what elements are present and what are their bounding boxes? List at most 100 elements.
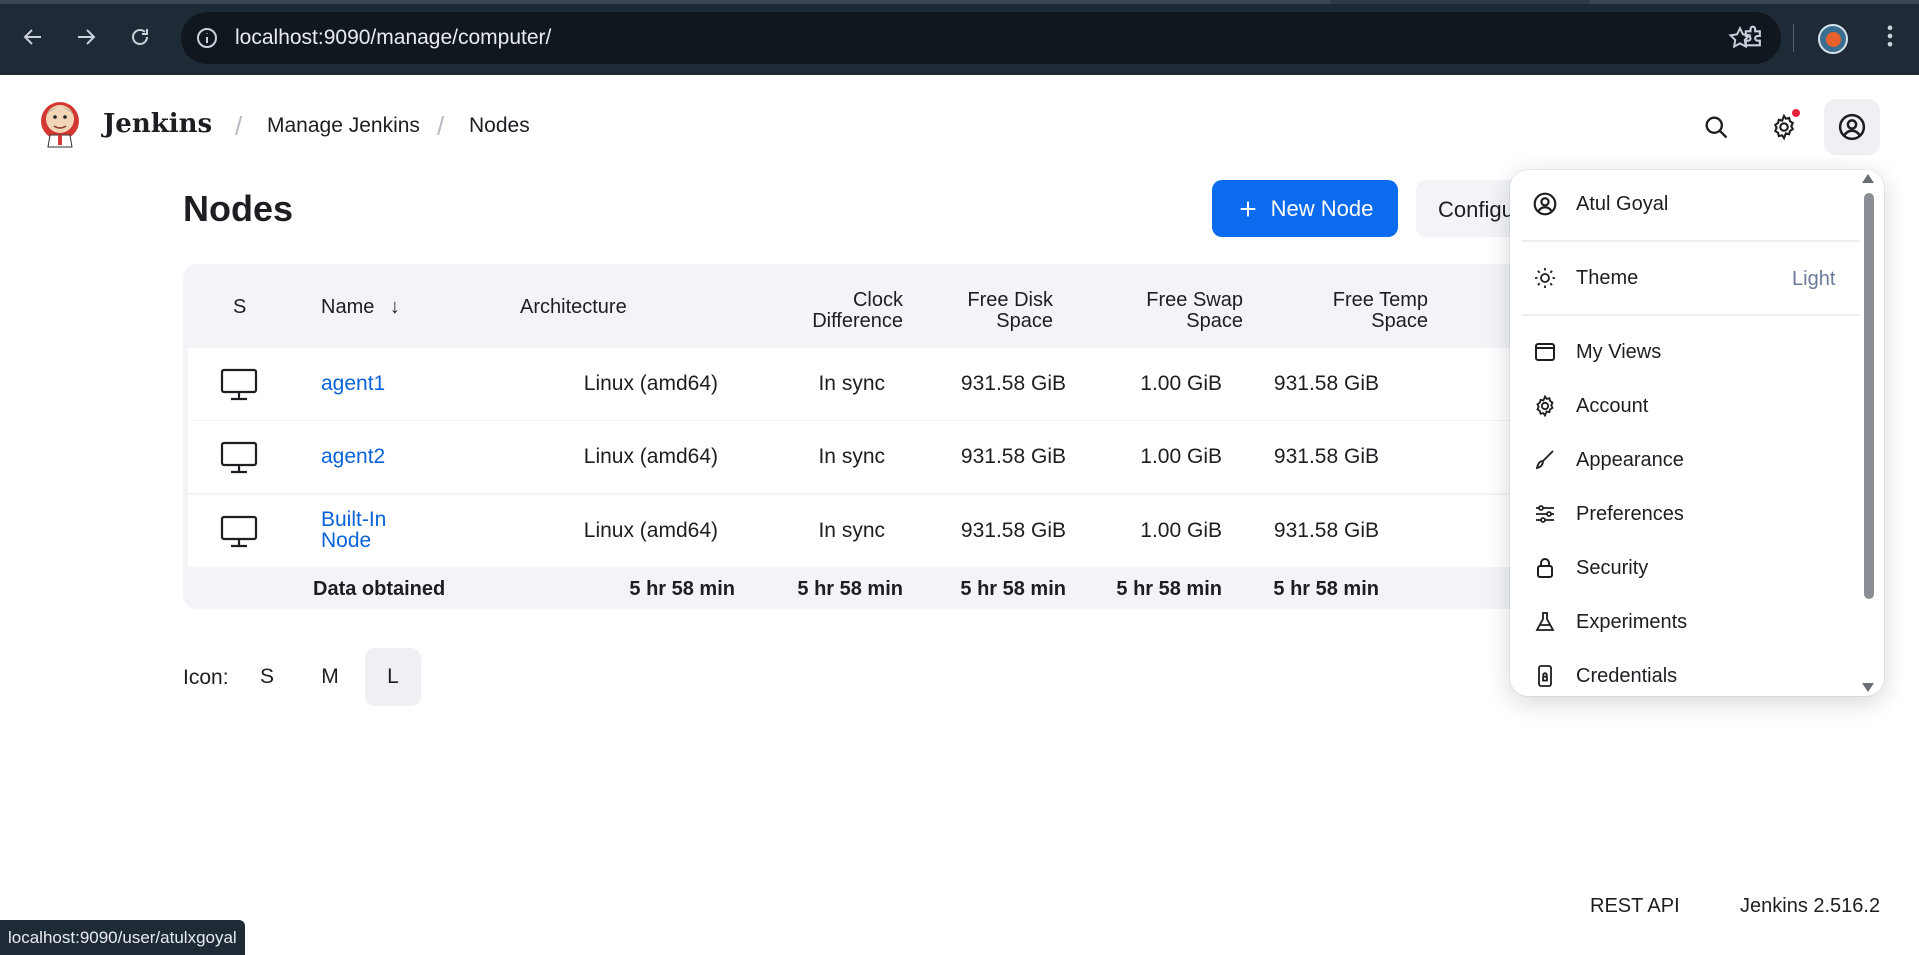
header-architecture[interactable]: Architecture: [520, 297, 627, 318]
extensions-icon[interactable]: [1740, 22, 1770, 52]
menu-divider: [1522, 314, 1860, 316]
jenkins-logo-icon[interactable]: [40, 97, 82, 149]
icon-size-selector: Icon: S M L: [183, 648, 443, 706]
menu-theme[interactable]: Theme: [1532, 258, 1832, 298]
sliders-icon: [1532, 501, 1558, 527]
computer-icon: [220, 515, 258, 549]
lock-icon: [1532, 555, 1558, 581]
reload-icon[interactable]: [125, 22, 155, 52]
menu-security[interactable]: Security: [1532, 548, 1832, 588]
site-info-icon[interactable]: [195, 26, 219, 50]
header-free-swap-space[interactable]: Free Swap Space: [1103, 290, 1243, 332]
status-bar-url: localhost:9090/user/atulxgoyal: [0, 920, 245, 955]
breadcrumb-manage-jenkins[interactable]: Manage Jenkins: [267, 114, 420, 138]
breadcrumb-nodes[interactable]: Nodes: [469, 114, 530, 138]
header-free-disk-space[interactable]: Free Disk Space: [923, 290, 1053, 332]
menu-credentials[interactable]: Credentials: [1532, 656, 1832, 696]
cell-clock: In sync: [818, 445, 885, 468]
tab-inactive-edge: [1590, 0, 1919, 4]
cell-architecture: Linux (amd64): [583, 445, 718, 468]
footer-disk: 5 hr 58 min: [960, 578, 1066, 600]
search-button[interactable]: [1688, 99, 1744, 155]
menu-my-views[interactable]: My Views: [1532, 332, 1832, 372]
footer-clock: 5 hr 58 min: [797, 578, 903, 600]
cell-free-disk: 931.58 GiB: [960, 519, 1066, 542]
node-link-agent1[interactable]: agent1: [321, 372, 385, 396]
icon-size-m[interactable]: M: [302, 648, 358, 706]
rest-api-link[interactable]: REST API: [1590, 895, 1680, 918]
header-clock-difference[interactable]: Clock Difference: [748, 290, 903, 332]
footer-architecture: 5 hr 58 min: [629, 578, 735, 600]
header-name[interactable]: Name ↓: [321, 297, 400, 318]
header-swap-line1: Free Swap: [1146, 289, 1243, 311]
tab-strip: [0, 0, 1919, 4]
menu-account[interactable]: Account: [1532, 386, 1832, 426]
computer-icon: [220, 441, 258, 475]
gear-icon: [1532, 393, 1558, 419]
header-clock-line2: Difference: [812, 310, 903, 332]
new-node-button[interactable]: New Node: [1212, 180, 1398, 237]
header-name-label: Name: [321, 296, 375, 318]
breadcrumb-separator: /: [235, 111, 243, 141]
footer-temp: 5 hr 58 min: [1273, 578, 1379, 600]
menu-preferences[interactable]: Preferences: [1532, 494, 1832, 534]
icon-size-label: Icon:: [183, 666, 229, 689]
menu-appearance[interactable]: Appearance: [1532, 440, 1832, 480]
notification-dot: [1792, 109, 1800, 117]
cell-free-temp: 931.58 GiB: [1273, 445, 1379, 468]
tab-active-edge: [0, 0, 1330, 4]
menu-user-profile[interactable]: Atul Goyal: [1532, 184, 1832, 224]
menu-user-name: Atul Goyal: [1576, 192, 1669, 215]
menu-scrollbar-thumb[interactable]: [1864, 193, 1874, 599]
back-icon[interactable]: [18, 22, 48, 52]
user-menu-button[interactable]: [1824, 99, 1880, 155]
node-link-agent2[interactable]: agent2: [321, 445, 385, 469]
icon-size-l[interactable]: L: [365, 648, 421, 706]
scroll-up-arrow-icon: [1862, 174, 1874, 183]
node-name-line1: Built-In: [321, 508, 387, 531]
address-bar[interactable]: localhost:9090/manage/computer/: [181, 12, 1781, 64]
sun-icon: [1532, 265, 1558, 291]
cell-clock: In sync: [818, 519, 885, 542]
app-header: Jenkins / Manage Jenkins / Nodes: [0, 75, 1919, 175]
search-icon: [1705, 116, 1728, 139]
forward-icon[interactable]: [71, 22, 101, 52]
menu-theme-label: Theme: [1576, 266, 1639, 289]
browser-menu-icon[interactable]: [1876, 22, 1906, 52]
address-url[interactable]: localhost:9090/manage/computer/: [235, 26, 551, 50]
page-title: Nodes: [183, 188, 294, 229]
menu-divider: [1522, 240, 1860, 242]
header-disk-line1: Free Disk: [967, 289, 1053, 311]
menu-item-label: Account: [1576, 394, 1649, 417]
menu-item-label: Credentials: [1576, 664, 1678, 687]
menu-item-label: Preferences: [1576, 502, 1684, 525]
user-circle-icon: [1532, 191, 1558, 217]
user-icon: [1838, 113, 1866, 141]
cell-free-disk: 931.58 GiB: [960, 372, 1066, 395]
browser-profile-avatar[interactable]: [1818, 24, 1848, 54]
cell-clock: In sync: [818, 372, 885, 395]
brand-name[interactable]: Jenkins: [103, 109, 212, 139]
scroll-down-arrow-icon: [1862, 683, 1874, 692]
cell-free-swap: 1.00 GiB: [1140, 445, 1222, 468]
icon-size-s[interactable]: S: [239, 648, 295, 706]
manage-jenkins-button[interactable]: [1756, 99, 1812, 155]
node-link-built-in-node[interactable]: Built-In Node: [321, 509, 386, 551]
jenkins-version-link[interactable]: Jenkins 2.516.2: [1740, 895, 1880, 918]
menu-theme-value: Light: [1792, 268, 1836, 290]
header-swap-line2: Space: [1186, 310, 1243, 332]
menu-item-label: Appearance: [1576, 448, 1684, 471]
header-free-temp-space[interactable]: Free Temp Space: [1283, 290, 1428, 332]
gear-icon: [1773, 113, 1795, 141]
header-disk-line2: Space: [996, 310, 1053, 332]
menu-item-label: My Views: [1576, 340, 1662, 363]
table-row: agent2 Linux (amd64) In sync 931.58 GiB …: [188, 421, 1568, 493]
credentials-icon: [1532, 663, 1558, 689]
header-status[interactable]: S: [233, 297, 246, 318]
plus-icon: [1240, 201, 1255, 216]
menu-item-label: Security: [1576, 556, 1649, 579]
cell-free-temp: 931.58 GiB: [1273, 519, 1379, 542]
cell-free-disk: 931.58 GiB: [960, 445, 1066, 468]
flask-icon: [1532, 609, 1558, 635]
menu-experiments[interactable]: Experiments: [1532, 602, 1832, 642]
